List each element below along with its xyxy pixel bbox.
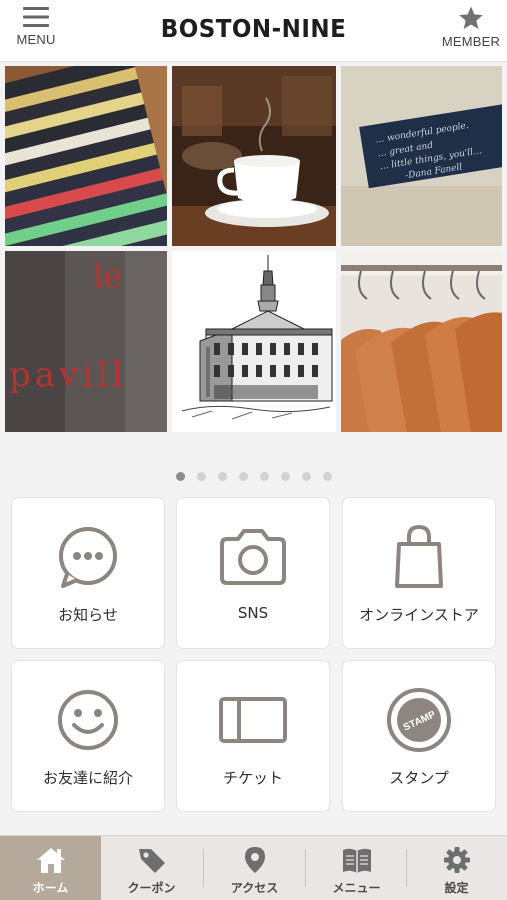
carousel-dot[interactable] <box>217 472 227 481</box>
tile-stamp[interactable]: STAMP スタンプ <box>342 660 496 812</box>
tile-news-label: お知らせ <box>58 606 118 624</box>
carousel-dot[interactable] <box>301 472 311 481</box>
app-header: MENU BOSTON-NINE MEMBER <box>0 0 507 62</box>
carousel-dot[interactable] <box>280 472 290 481</box>
tab-coupon[interactable]: クーポン <box>101 836 202 900</box>
photo-striped-shirts[interactable] <box>5 66 167 246</box>
map-pin-icon <box>244 847 265 873</box>
tile-online-store-label: オンラインストア <box>359 606 479 624</box>
member-button[interactable]: MEMBER <box>436 6 506 58</box>
book-icon <box>342 848 371 873</box>
tile-news[interactable]: お知らせ <box>11 497 165 649</box>
shopping-bag-icon <box>395 524 443 588</box>
tab-access[interactable]: アクセス <box>204 836 305 900</box>
tab-home-label: ホーム <box>32 881 69 895</box>
tab-settings[interactable]: 設定 <box>406 836 507 900</box>
brand-logo: BOSTON-NINE <box>160 14 347 43</box>
tab-home[interactable]: ホーム <box>0 836 101 900</box>
tile-sns-label: SNS <box>237 604 269 622</box>
bottom-tab-bar: ホーム クーポン アクセス メニュー 設定 <box>0 835 507 900</box>
photo-grid: … wonderful people. … great and … little… <box>5 66 502 432</box>
photo-building-drawing[interactable] <box>172 251 336 432</box>
photo-coffee-cup[interactable] <box>172 66 336 246</box>
tab-coupon-label: クーポン <box>127 881 176 895</box>
camera-icon <box>220 529 286 585</box>
ticket-icon <box>219 697 287 743</box>
gear-icon <box>443 847 470 873</box>
stamp-icon: STAMP <box>387 688 451 752</box>
carousel-dot[interactable] <box>196 472 206 481</box>
carousel-dot[interactable] <box>238 472 248 481</box>
star-icon <box>459 6 483 29</box>
menu-label: MENU <box>16 32 56 47</box>
photo-wooden-hangers[interactable] <box>341 251 502 432</box>
chat-bubble-icon <box>59 527 117 588</box>
tab-access-label: アクセス <box>230 881 279 895</box>
member-label: MEMBER <box>441 34 501 49</box>
carousel-dot[interactable] <box>322 472 332 481</box>
sign-text-le: le <box>93 257 122 295</box>
sign-text-pavill: pavill <box>9 355 127 395</box>
smiley-icon <box>58 690 118 750</box>
carousel-dot[interactable] <box>175 472 185 481</box>
tile-ticket[interactable]: チケット <box>176 660 330 812</box>
tab-menu-label: メニュー <box>332 881 381 895</box>
photo-le-pavillon-sign[interactable]: le pavill <box>5 251 167 432</box>
tile-sns[interactable]: SNS <box>176 497 330 649</box>
tag-icon <box>138 849 165 873</box>
tile-online-store[interactable]: オンラインストア <box>342 497 496 649</box>
home-icon <box>36 848 65 873</box>
tab-menu[interactable]: メニュー <box>306 836 407 900</box>
tile-refer-friend[interactable]: お友達に紹介 <box>11 660 165 812</box>
carousel-pagination <box>0 472 507 484</box>
tile-ticket-label: チケット <box>222 769 283 787</box>
tile-stamp-label: スタンプ <box>389 769 449 787</box>
hamburger-icon <box>23 7 49 27</box>
tile-refer-friend-label: お友達に紹介 <box>42 769 133 787</box>
photo-embroidered-label[interactable]: … wonderful people. … great and … little… <box>341 66 502 246</box>
menu-button[interactable]: MENU <box>1 6 71 58</box>
carousel-dot[interactable] <box>259 472 269 481</box>
tab-settings-label: 設定 <box>444 881 469 895</box>
